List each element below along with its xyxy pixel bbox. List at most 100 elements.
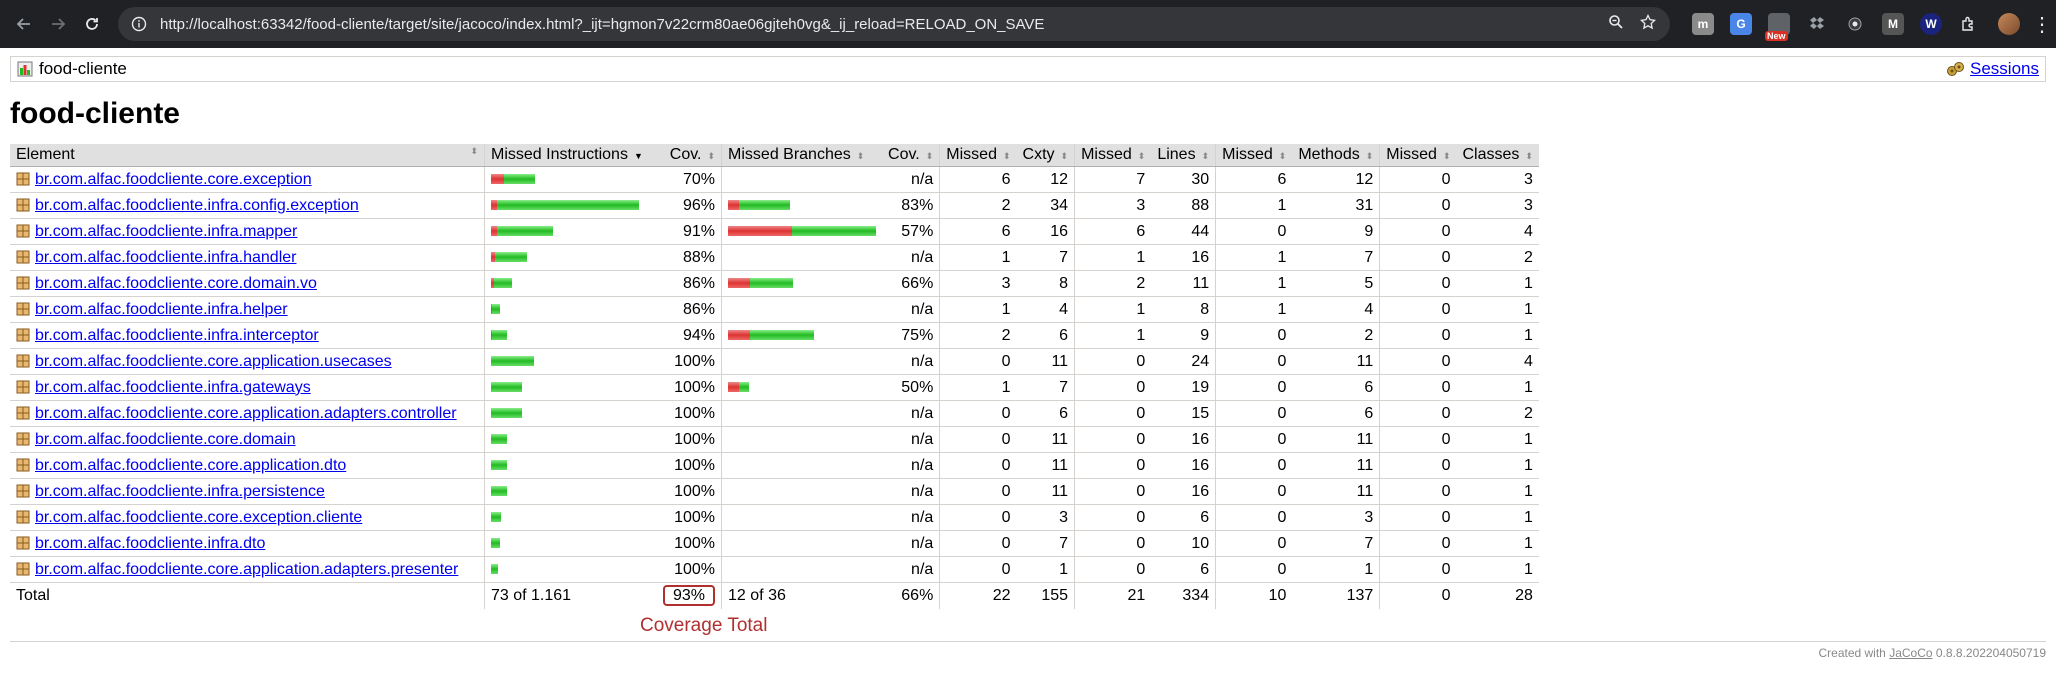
address-bar[interactable]: http://localhost:63342/food-cliente/targ… (118, 7, 1670, 41)
missed-complexity: 1 (939, 296, 1017, 323)
header-missed-instructions[interactable]: Missed Instructions ▼ (484, 144, 657, 167)
missed-lines: 0 (1074, 478, 1152, 505)
package-link[interactable]: br.com.alfac.foodcliente.core.applicatio… (35, 457, 346, 474)
package-icon (16, 172, 30, 186)
branches-coverage: n/a (882, 504, 940, 531)
missed-lines: 0 (1074, 556, 1152, 583)
branches-coverage: n/a (882, 296, 940, 323)
header-branches-coverage[interactable]: Cov. ⬍ (882, 144, 940, 167)
branches-coverage: n/a (882, 530, 940, 557)
total-row: Total 73 of 1.161 93% 12 of 36 66% 22 15… (10, 582, 1539, 609)
forward-icon[interactable] (44, 10, 72, 38)
missed-complexity: 3 (939, 270, 1017, 297)
extension-m-icon[interactable]: m (1692, 13, 1714, 35)
translate-extension-icon[interactable]: G (1730, 13, 1752, 35)
instructions-covered-bar (491, 512, 501, 523)
reload-icon[interactable] (78, 10, 106, 38)
package-link[interactable]: br.com.alfac.foodcliente.core.exception.… (35, 509, 362, 526)
package-link[interactable]: br.com.alfac.foodcliente.infra.mapper (35, 223, 297, 240)
total-complexity: 155 (1041, 587, 1069, 604)
header-missed-complexity[interactable]: Missed ⬍ (939, 144, 1017, 167)
instructions-coverage: 100% (657, 530, 722, 557)
package-cell: br.com.alfac.foodcliente.core.applicatio… (10, 452, 485, 479)
missed-lines: 1 (1074, 296, 1152, 323)
instructions-covered-bar (494, 278, 512, 289)
lines: 24 (1151, 348, 1216, 375)
coverage-total-highlight: 93% (663, 585, 716, 606)
header-instructions-coverage[interactable]: Cov. ⬍ (657, 144, 722, 167)
package-link[interactable]: br.com.alfac.foodcliente.infra.gateways (35, 379, 311, 396)
instructions-covered-bar (491, 408, 522, 419)
package-link[interactable]: br.com.alfac.foodcliente.infra.dto (35, 535, 265, 552)
methods: 6 (1292, 374, 1380, 401)
package-link[interactable]: br.com.alfac.foodcliente.infra.persisten… (35, 483, 325, 500)
record-extension-icon[interactable] (1844, 13, 1866, 35)
package-cell: br.com.alfac.foodcliente.infra.gateways (10, 374, 485, 401)
url-text[interactable]: http://localhost:63342/food-cliente/targ… (160, 16, 1608, 33)
package-cell: br.com.alfac.foodcliente.infra.helper (10, 296, 485, 323)
instructions-bar-cell (484, 556, 657, 583)
package-link[interactable]: br.com.alfac.foodcliente.infra.helper (35, 301, 288, 318)
missed-lines: 0 (1074, 348, 1152, 375)
package-link[interactable]: br.com.alfac.foodcliente.infra.intercept… (35, 327, 319, 344)
header-complexity[interactable]: Cxty ⬍ (1016, 144, 1075, 167)
missed-methods: 1 (1215, 192, 1293, 219)
branches-coverage: 57% (882, 218, 940, 245)
instructions-coverage: 86% (657, 270, 722, 297)
header-methods[interactable]: Methods ⬍ (1292, 144, 1380, 167)
package-link[interactable]: br.com.alfac.foodcliente.core.applicatio… (35, 353, 392, 370)
header-classes[interactable]: Classes ⬍ (1456, 144, 1539, 167)
methods: 31 (1292, 192, 1380, 219)
extension-M-icon[interactable]: M (1882, 13, 1904, 35)
classes: 4 (1456, 348, 1539, 375)
package-link[interactable]: br.com.alfac.foodcliente.core.exception (35, 171, 312, 188)
profile-avatar[interactable] (1998, 13, 2020, 35)
missed-methods: 0 (1215, 426, 1293, 453)
instructions-bar-cell (484, 374, 657, 401)
instructions-bar-cell (484, 426, 657, 453)
instructions-coverage: 100% (657, 374, 722, 401)
instructions-missed-bar (491, 174, 504, 185)
branches-coverage: 83% (882, 192, 940, 219)
missed-methods: 0 (1215, 556, 1293, 583)
back-icon[interactable] (10, 10, 38, 38)
package-link[interactable]: br.com.alfac.foodcliente.infra.handler (35, 249, 296, 266)
w-extension-icon[interactable]: W (1920, 13, 1942, 35)
branches-coverage: n/a (882, 426, 940, 453)
instructions-coverage: 88% (657, 244, 722, 271)
site-info-icon[interactable] (128, 13, 150, 35)
package-icon (16, 250, 30, 264)
package-cell: br.com.alfac.foodcliente.infra.dto (10, 530, 485, 557)
puzzle-extensions-icon[interactable] (1958, 13, 1980, 35)
bookmark-star-icon[interactable] (1639, 13, 1657, 35)
package-link[interactable]: br.com.alfac.foodcliente.core.applicatio… (35, 405, 457, 422)
header-missed-branches[interactable]: Missed Branches ⬍ (721, 144, 883, 167)
header-missed-methods[interactable]: Missed ⬍ (1215, 144, 1293, 167)
classes: 4 (1456, 218, 1539, 245)
missed-complexity: 0 (939, 452, 1017, 479)
package-link[interactable]: br.com.alfac.foodcliente.core.domain.vo (35, 275, 317, 292)
instructions-bar-cell (484, 218, 657, 245)
header-element[interactable]: Element ⬍ (10, 144, 485, 167)
missed-classes: 0 (1379, 270, 1457, 297)
package-cell: br.com.alfac.foodcliente.core.exception (10, 166, 485, 193)
branches-covered-bar (750, 278, 794, 289)
package-link[interactable]: br.com.alfac.foodcliente.core.domain (35, 431, 296, 448)
zoom-icon[interactable] (1608, 14, 1624, 35)
package-cell: br.com.alfac.foodcliente.infra.mapper (10, 218, 485, 245)
missed-classes: 0 (1379, 166, 1457, 193)
browser-menu-icon[interactable]: ⋮ (2032, 12, 2052, 37)
header-missed-lines[interactable]: Missed ⬍ (1074, 144, 1152, 167)
complexity: 11 (1016, 452, 1075, 479)
news-extension-icon[interactable]: New (1765, 13, 1790, 41)
package-link[interactable]: br.com.alfac.foodcliente.infra.config.ex… (35, 197, 359, 214)
jacoco-link[interactable]: JaCoCo (1889, 646, 1932, 660)
package-link[interactable]: br.com.alfac.foodcliente.core.applicatio… (35, 561, 458, 578)
branches-bar-cell (721, 296, 883, 323)
coverage-total-annotation: Coverage Total (640, 615, 768, 636)
sessions-link[interactable]: Sessions (1970, 59, 2039, 79)
header-missed-classes[interactable]: Missed ⬍ (1379, 144, 1457, 167)
dropbox-extension-icon[interactable] (1806, 13, 1828, 35)
header-lines[interactable]: Lines ⬍ (1151, 144, 1216, 167)
missed-complexity: 2 (939, 192, 1017, 219)
